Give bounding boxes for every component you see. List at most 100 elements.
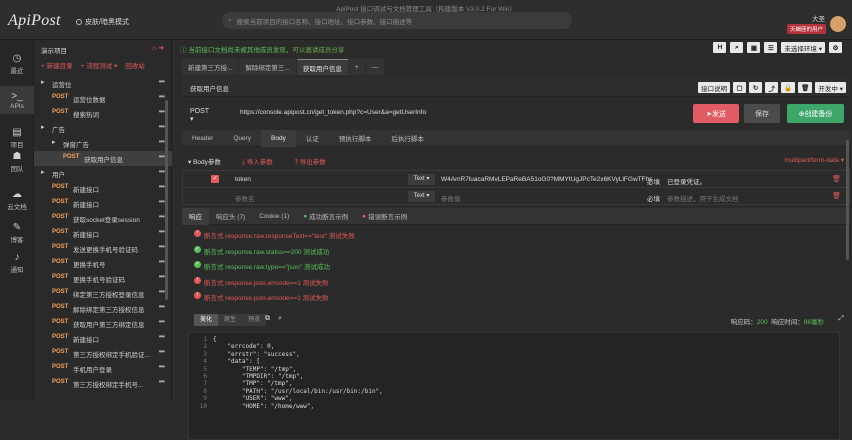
tree-api-item[interactable]: POST 新建接口 ••• (34, 226, 172, 241)
tab-response-headers[interactable]: 响应头 (7) (209, 208, 252, 225)
tab-query[interactable]: Query (223, 130, 261, 147)
search-button[interactable]: ⌕ (730, 42, 744, 53)
tree-api-item[interactable]: POST 新建接口 ••• (34, 181, 172, 196)
tree-api-item[interactable]: POST 获取用户信息 ••• (34, 151, 172, 166)
tree-api-item[interactable]: POST 运营位数据 ••• (34, 91, 172, 106)
more-icon[interactable]: ••• (159, 152, 165, 161)
param-value-placeholder[interactable]: 参数值 (441, 193, 461, 203)
tree-api-item[interactable]: POST 获取socket登录session ••• (34, 211, 172, 226)
tree-api-item[interactable]: POST 解除绑定第三方授权信息 ••• (34, 301, 172, 316)
tree-api-item[interactable]: POST 第三方授权绑定手机验证... ••• (34, 346, 172, 361)
more-icon[interactable]: ••• (159, 332, 165, 341)
more-icon[interactable]: ••• (159, 107, 165, 116)
settings-button[interactable]: ⚙ (829, 42, 842, 53)
delete-icon[interactable]: 🗑 (832, 192, 841, 200)
tree-api-item[interactable]: POST 发送更换手机号验证码 ••• (34, 241, 172, 256)
method-select[interactable]: POST ▾ (190, 108, 209, 123)
expand-icon[interactable]: ⤢ (838, 315, 844, 323)
tab-cookie[interactable]: Cookie (1) (252, 208, 296, 225)
tree-api-item[interactable]: POST 获取用户第三方绑定信息 ••• (34, 316, 172, 331)
main-scrollbar[interactable] (846, 140, 849, 260)
tree-api-item[interactable]: POST 新建接口 ••• (34, 196, 172, 211)
import-params-button[interactable]: ⤓ 导入参数 (242, 156, 273, 167)
view-preview[interactable]: 预览 (242, 314, 267, 326)
more-icon[interactable]: ••• (159, 302, 165, 311)
tab-request-1[interactable]: 新建第三方授... (182, 59, 240, 75)
content-type-select[interactable]: multipart/form-data ▾ (784, 156, 844, 164)
param-required[interactable]: 必填 (647, 176, 660, 186)
tree-api-item[interactable]: POST 第三方授权绑定手机号... ••• (34, 376, 172, 391)
tab-error-assert[interactable]: ● 错误断言示例 (355, 208, 414, 225)
tab-body[interactable]: Body (261, 129, 296, 147)
tree-folder[interactable]: ▸ 弹窗广告 ••• (34, 136, 172, 151)
more-icon[interactable]: ••• (159, 137, 165, 146)
nav-item-最近[interactable]: ◷ 最近 (0, 52, 34, 75)
menu-button[interactable]: ☰ (764, 42, 778, 53)
tab-response[interactable]: 响应 (182, 207, 209, 225)
more-icon[interactable]: ••• (159, 377, 165, 386)
tree-api-item[interactable]: POST 新建接口 ••• (34, 331, 172, 346)
param-type-select[interactable]: Text ▾ (408, 174, 435, 185)
url-input[interactable]: https://console.apipost.cn/get_token.php… (240, 109, 426, 116)
tab-pre-script[interactable]: 预执行脚本 (329, 130, 382, 147)
more-icon[interactable]: ••• (159, 92, 165, 101)
new-folder-button[interactable]: + 新建目录 (41, 60, 73, 70)
tree-api-item[interactable]: POST 更换手机号验证码 ••• (34, 271, 172, 286)
more-icon[interactable]: ••• (159, 197, 165, 206)
param-type-select[interactable]: Text ▾ (408, 191, 435, 202)
more-icon[interactable]: ••• (159, 212, 165, 221)
more-icon[interactable]: ••• (159, 347, 165, 356)
backup-button[interactable]: ⊕ 创建备份 (787, 104, 844, 123)
param-desc[interactable]: 已登录凭证。 (667, 176, 706, 186)
tree-folder[interactable]: ▸ 广告 ••• (34, 121, 172, 136)
more-icon[interactable]: ••• (159, 272, 165, 281)
tab-request-3[interactable]: 获取用户信息 (296, 59, 349, 75)
invite-link[interactable]: 可以邀请成员分享 (292, 47, 344, 54)
env-select[interactable]: 未选择环境 ▾ (781, 42, 825, 53)
nav-item-博客[interactable]: ✎ 博客 (0, 221, 34, 244)
param-desc-placeholder[interactable]: 参数描述，用于生成文档 (667, 193, 739, 203)
refresh-button[interactable]: ↻ (749, 82, 763, 93)
tree-folder[interactable]: ▸ 运营位 ••• (34, 76, 172, 91)
copy-icon[interactable]: ⧉ (265, 315, 270, 323)
history-button[interactable]: H (713, 42, 727, 53)
response-body[interactable]: 1 {2 "errcode": 0, 3 "errstr": "success", 4… (188, 332, 840, 440)
more-icon[interactable]: ••• (159, 227, 165, 236)
param-key-placeholder[interactable]: 参数名 (235, 193, 255, 203)
more-icon[interactable]: ••• (159, 122, 165, 131)
layout-button[interactable]: ▣ (747, 42, 761, 53)
more-icon[interactable]: ••• (159, 167, 165, 176)
user-name[interactable]: 大圣 (812, 13, 825, 23)
project-name[interactable]: 演示项目 (41, 45, 67, 55)
delete-button[interactable]: 🗑 (798, 82, 813, 93)
tree-scrollbar[interactable] (165, 100, 168, 300)
flow-test-button[interactable]: + 流程测试 ▾ (81, 60, 118, 70)
body-label[interactable]: ▾ Body参数 (188, 156, 221, 166)
send-button[interactable]: ➤ 发送 (693, 104, 739, 123)
save-button[interactable]: 保存 (744, 104, 780, 123)
param-value[interactable]: W4AmR7luacaRMvLEPaReBA51oG0?MMYtUgJPcTe2… (441, 176, 652, 183)
nav-item-云文档[interactable]: ☁ 云文档 (0, 188, 34, 211)
tab-post-script[interactable]: 后执行脚本 (381, 130, 434, 147)
more-icon[interactable]: ••• (159, 287, 165, 296)
status-select[interactable]: 开发中 ▾ (815, 82, 846, 93)
more-icon[interactable]: ••• (159, 182, 165, 191)
nav-item-apis[interactable]: >_ APIs (0, 86, 34, 114)
skin-toggle[interactable]: 皮肤/暗黑模式 (76, 17, 129, 27)
search-icon[interactable]: ⌕ (278, 315, 282, 323)
more-icon[interactable]: ••• (159, 362, 165, 371)
tab-request-2[interactable]: 解除绑定第三... (239, 59, 297, 75)
more-icon[interactable]: ••• (159, 317, 165, 326)
param-checkbox[interactable]: ✓ (211, 175, 219, 183)
nav-item-团队[interactable]: ☗ 团队 (0, 150, 34, 173)
nav-item-项目[interactable]: ▤ 项目 (0, 126, 34, 149)
tree-api-item[interactable]: POST 搜索热词 ••• (34, 106, 172, 121)
api-doc-button[interactable]: 接口说明 (698, 82, 731, 93)
tab-header[interactable]: Header (182, 130, 223, 147)
tree-api-item[interactable]: POST 更换手机号 ••• (34, 256, 172, 271)
tab-success-assert[interactable]: ● 成功断言示例 (296, 208, 355, 225)
project-actions[interactable]: ⌂ ➜ (152, 44, 164, 52)
avatar[interactable] (830, 16, 846, 32)
new-tab-button[interactable]: + (348, 59, 366, 75)
share-button[interactable]: ⤴ (765, 82, 779, 93)
